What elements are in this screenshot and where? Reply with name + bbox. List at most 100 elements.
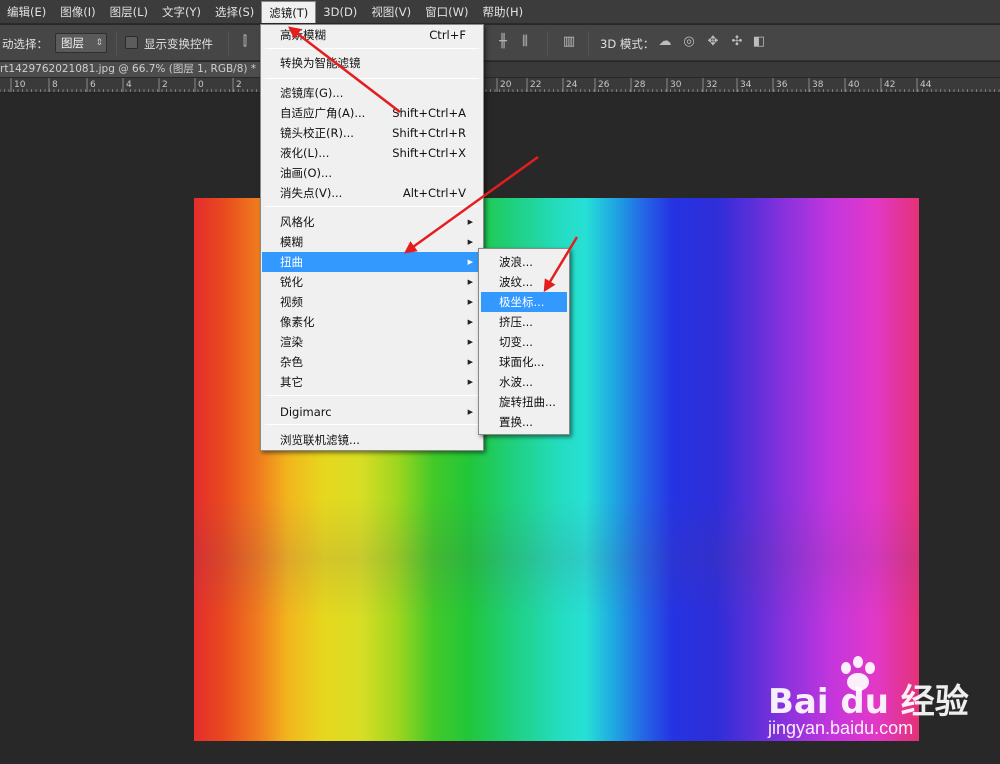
distort-submenu-item[interactable]: 球面化... — [481, 352, 567, 372]
distort-submenu-item[interactable]: 切变... — [481, 332, 567, 352]
filter-menu-item[interactable]: 扭曲 ▶ — [262, 252, 482, 272]
ruler-label: 2 — [162, 80, 168, 90]
filter-menu-item[interactable]: 浏览联机滤镜... — [262, 430, 482, 450]
distort-submenu: 波浪... 波纹... 极坐标... 挤压... 切变... 球面化... 水波... 旋转扭… — [478, 248, 570, 435]
distort-submenu-item[interactable]: 挤压... — [481, 312, 567, 332]
menu-separator — [265, 424, 479, 425]
ruler-label: 34 — [740, 80, 752, 90]
submenu-arrow-icon: ▶ — [467, 378, 473, 386]
dropdown-arrows-icon: ⇕ — [95, 38, 103, 48]
submenu-arrow-icon: ▶ — [467, 238, 473, 246]
filter-menu-item[interactable]: 油画(O)... — [262, 163, 482, 183]
separator — [588, 31, 589, 55]
menu-item-shortcut: Ctrl+F — [429, 28, 466, 42]
show-transform-checkbox[interactable] — [125, 36, 138, 49]
filter-menu-item[interactable]: 滤镜库(G)... — [262, 83, 482, 103]
filter-menu-item[interactable]: 自适应广角(A)... Shift+Ctrl+A — [262, 103, 482, 123]
distort-submenu-item[interactable]: 波浪... — [481, 252, 567, 272]
document-tab[interactable]: rt1429762021081.jpg @ 66.7% (图层 1, RGB/8… — [0, 62, 265, 77]
show-transform-label: 显示变换控件 — [144, 37, 213, 51]
roll-3d-icon[interactable]: ◎ — [680, 33, 698, 51]
distort-submenu-item[interactable]: 置换... — [481, 412, 567, 432]
ruler-label: 4 — [126, 80, 132, 90]
ruler-label: 24 — [566, 80, 578, 90]
separator — [547, 31, 548, 55]
menu-item-label: 杂色 — [280, 355, 303, 369]
canvas-image-detail — [194, 498, 919, 618]
baidu-jingyan-watermark: Bai du 经验 jingyan.baidu.com — [764, 656, 969, 746]
menu-9[interactable]: 帮助(H) — [476, 1, 531, 23]
distribute-icon[interactable]: ▥ — [560, 33, 578, 51]
ruler-label: 32 — [706, 80, 717, 90]
menu-item-label: 风格化 — [280, 215, 315, 229]
filter-menu-item[interactable]: 锐化 ▶ — [262, 272, 482, 292]
ruler-label: 10 — [14, 80, 26, 90]
submenu-arrow-icon: ▶ — [467, 258, 473, 266]
submenu-arrow-icon: ▶ — [467, 358, 473, 366]
distort-submenu-item[interactable]: 极坐标... — [481, 292, 567, 312]
ruler-label: 28 — [634, 80, 646, 90]
menu-2[interactable]: 图层(L) — [103, 1, 155, 23]
menu-item-label: 像素化 — [280, 315, 315, 329]
align-center-icon[interactable]: ╫ — [494, 33, 512, 51]
ruler-label: 30 — [670, 80, 682, 90]
menu-4[interactable]: 选择(S) — [208, 1, 261, 23]
menu-3[interactable]: 文字(Y) — [155, 1, 208, 23]
ruler-label: 8 — [52, 80, 58, 90]
filter-menu-item[interactable]: 渲染 ▶ — [262, 332, 482, 352]
menu-6[interactable]: 3D(D) — [316, 1, 364, 23]
pan-3d-icon[interactable]: ✥ — [704, 33, 722, 51]
filter-menu-item[interactable]: 消失点(V)... Alt+Ctrl+V — [262, 183, 482, 203]
filter-menu-item[interactable]: 液化(L)... Shift+Ctrl+X — [262, 143, 482, 163]
submenu-arrow-icon: ▶ — [467, 338, 473, 346]
filter-menu-item[interactable]: 镜头校正(R)... Shift+Ctrl+R — [262, 123, 482, 143]
orbit-3d-icon[interactable]: ☁ — [656, 33, 674, 51]
auto-select-label: 动选择： — [2, 37, 48, 51]
separator — [116, 31, 117, 55]
distort-submenu-item[interactable]: 波纹... — [481, 272, 567, 292]
submenu-arrow-icon: ▶ — [467, 278, 473, 286]
menu-item-label: 锐化 — [280, 275, 303, 289]
submenu-arrow-icon: ▶ — [467, 298, 473, 306]
distort-submenu-item[interactable]: 旋转扭曲... — [481, 392, 567, 412]
filter-menu-item[interactable]: Digimarc ▶ — [262, 402, 482, 422]
menu-1[interactable]: 图像(I) — [53, 1, 102, 23]
menu-separator — [265, 206, 479, 207]
slide-3d-icon[interactable]: ✣ — [728, 33, 746, 51]
auto-select-dropdown[interactable]: 图层 ⇕ — [55, 33, 107, 53]
menu-0[interactable]: 编辑(E) — [0, 1, 53, 23]
filter-menu-item[interactable]: 风格化 ▶ — [262, 212, 482, 232]
filter-menu-item[interactable]: 模糊 ▶ — [262, 232, 482, 252]
ruler-label: 38 — [812, 80, 824, 90]
ruler-label: 42 — [884, 80, 895, 90]
menu-8[interactable]: 窗口(W) — [418, 1, 475, 23]
auto-select-value: 图层 — [61, 36, 84, 50]
menu-item-shortcut: Shift+Ctrl+R — [392, 126, 466, 140]
watermark-logo-text: Bai du 经验 — [768, 682, 969, 722]
menu-item-label: Digimarc — [280, 405, 332, 419]
align-middle-icon[interactable]: ⫼ — [516, 33, 534, 51]
scale-3d-icon[interactable]: ◧ — [750, 33, 768, 51]
filter-menu-item[interactable]: 高斯模糊 Ctrl+F — [262, 25, 482, 45]
menu-item-label: 渲染 — [280, 335, 303, 349]
menu-item-label: 液化(L)... — [280, 146, 330, 160]
menu-separator — [265, 48, 479, 49]
menu-item-label: 油画(O)... — [280, 166, 332, 180]
ruler-label: 0 — [198, 80, 204, 90]
menu-7[interactable]: 视图(V) — [364, 1, 418, 23]
filter-menu-item[interactable]: 转换为智能滤镜 — [262, 53, 482, 73]
menu-item-shortcut: Shift+Ctrl+A — [392, 106, 466, 120]
filter-menu-item[interactable]: 杂色 ▶ — [262, 352, 482, 372]
menu-bar: 编辑(E) 图像(I) 图层(L) 文字(Y) 选择(S) 滤镜(T) 3D(D) 视图(V)… — [0, 0, 1000, 24]
filter-menu-item[interactable]: 其它 ▶ — [262, 372, 482, 392]
menu-item-label: 模糊 — [280, 235, 303, 249]
menu-5[interactable]: 滤镜(T) — [261, 0, 317, 23]
ruler-label: 22 — [530, 80, 541, 90]
submenu-arrow-icon: ▶ — [467, 218, 473, 226]
submenu-arrow-icon: ▶ — [467, 408, 473, 416]
filter-menu-item[interactable]: 视频 ▶ — [262, 292, 482, 312]
distort-submenu-item[interactable]: 水波... — [481, 372, 567, 392]
filter-menu-item[interactable]: 像素化 ▶ — [262, 312, 482, 332]
menu-item-shortcut: Alt+Ctrl+V — [402, 186, 466, 200]
align-top-icon[interactable]: ⫿ — [236, 33, 254, 51]
